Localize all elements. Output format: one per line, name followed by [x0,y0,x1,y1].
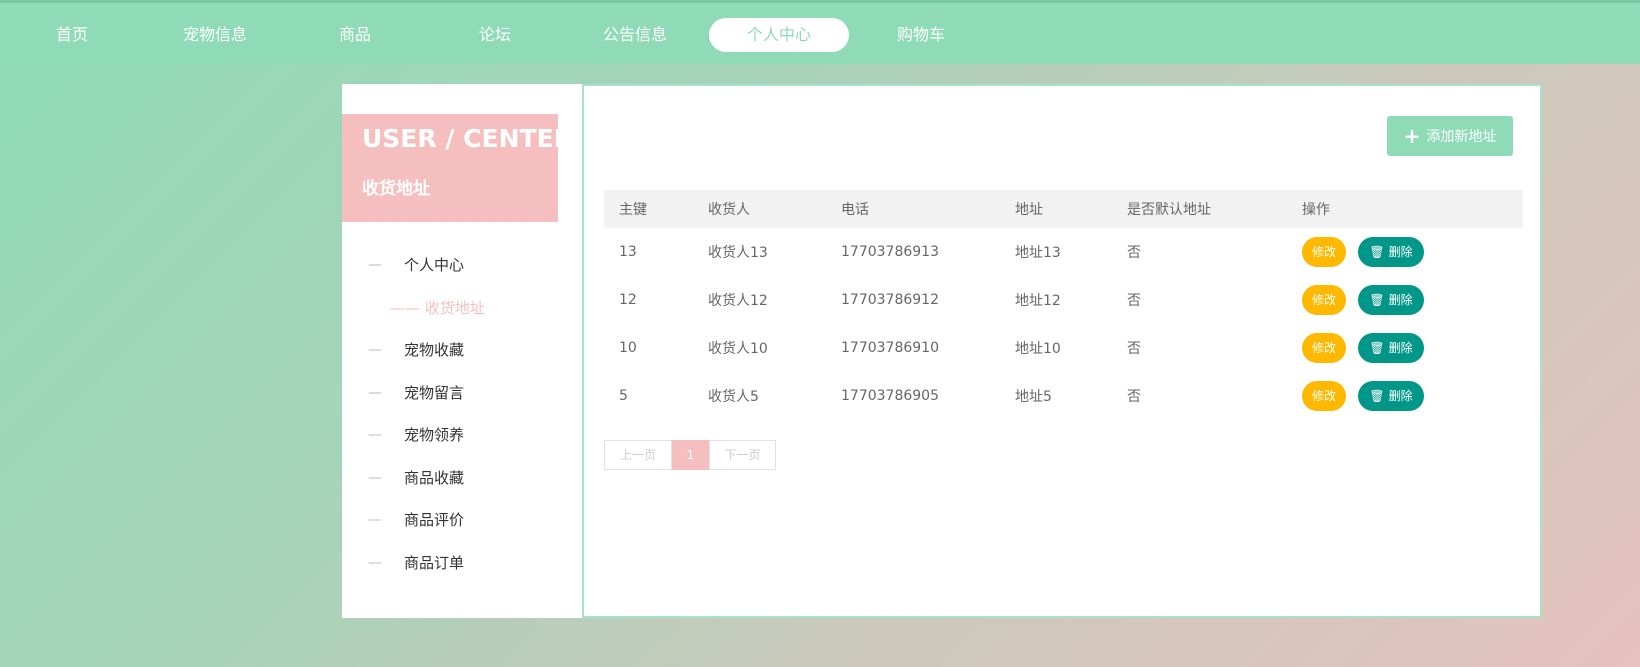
cell-id: 10 [619,340,637,356]
main-panel: + 添加新地址 主键 收货人 电话 地址 是否默认地址 操作 13 收货人13 1… [582,84,1542,618]
cell-address: 地址5 [1015,389,1052,405]
delete-button[interactable]: 🗑 删除 [1358,237,1424,267]
cell-receiver: 收货人13 [708,245,768,261]
sidebar-subtitle: 收货地址 [362,179,430,199]
sidebar-item-label: 商品收藏 [404,468,465,487]
dash-icon: — [368,342,382,358]
delete-button[interactable]: 🗑 删除 [1358,333,1424,363]
current-page[interactable]: 1 [672,440,709,470]
cell-receiver: 收货人5 [708,389,759,405]
header-receiver: 收货人 [693,190,826,228]
sidebar-item-label: 收货地址 [424,298,485,317]
sidebar-menu: — 个人中心 — —— 收货地址 — 宠物收藏 — 宠物留言 — 宠物领养 — … [342,244,582,584]
edit-button[interactable]: 修改 [1302,285,1346,315]
address-table: 主键 收货人 电话 地址 是否默认地址 操作 13 收货人13 17703786… [604,190,1523,420]
delete-button[interactable]: 🗑 删除 [1358,285,1424,315]
header-actions: 操作 [1287,190,1523,228]
cell-receiver: 收货人12 [708,293,768,309]
nav-cart[interactable]: 购物车 [881,18,961,52]
sidebar-item-product-orders[interactable]: — 商品订单 [342,542,582,585]
sidebar-header: USER / CENTER 收货地址 [342,114,573,222]
cell-id: 5 [619,388,628,404]
sidebar-item-pet-adoption[interactable]: — 宠物领养 [342,414,582,457]
table-row: 12 收货人12 17703786912 地址12 否 修改 🗑 删除 [604,276,1523,324]
sidebar-item-label-wrap: —— 收货地址 [390,287,485,330]
dash-icon: — [368,257,382,273]
cell-id: 13 [619,244,637,260]
sidebar-item-shipping-address[interactable]: — —— 收货地址 [342,287,582,330]
nav-pet-info[interactable]: 宠物信息 [175,18,255,52]
next-page-button[interactable]: 下一页 [709,440,776,470]
delete-label: 删除 [1388,389,1413,403]
add-address-button[interactable]: + 添加新地址 [1387,116,1513,156]
sidebar-item-label: 宠物留言 [404,383,465,402]
pagination: 上一页 1 下一页 [604,440,776,470]
header-address: 地址 [1000,190,1112,228]
table-row: 10 收货人10 17703786910 地址10 否 修改 🗑 删除 [604,324,1523,372]
delete-label: 删除 [1388,341,1413,355]
nav-user-center[interactable]: 个人中心 [709,18,849,52]
sidebar-item-label: 商品评价 [404,511,465,529]
trash-icon: 🗑 [1369,389,1385,403]
dash-icon: — [368,427,382,443]
plus-icon: + [1403,124,1421,148]
cell-id: 12 [619,292,637,308]
active-line-icon: —— [390,298,425,317]
nav-announcements[interactable]: 公告信息 [595,18,675,52]
sidebar-item-product-favorites[interactable]: — 商品收藏 [342,457,582,500]
cell-is-default: 否 [1127,341,1141,357]
add-address-label: 添加新地址 [1426,129,1497,145]
header-id: 主键 [604,190,693,228]
cell-is-default: 否 [1127,293,1141,309]
cell-actions: 修改 🗑 删除 [1287,228,1523,276]
sidebar-item-pet-favorites[interactable]: — 宠物收藏 [342,329,582,372]
cell-receiver: 收货人10 [708,341,768,357]
delete-label: 删除 [1388,245,1413,259]
cell-actions: 修改 🗑 删除 [1287,372,1523,420]
dash-icon: — [368,469,382,486]
trash-icon: 🗑 [1369,341,1385,355]
table-row: 5 收货人5 17703786905 地址5 否 修改 🗑 删除 [604,372,1523,420]
trash-icon: 🗑 [1369,245,1385,259]
delete-label: 删除 [1388,293,1413,307]
delete-button[interactable]: 🗑 删除 [1358,381,1424,411]
sidebar-item-label: 个人中心 [404,256,465,274]
sidebar-item-label: 商品订单 [404,553,465,572]
sidebar-title: USER / CENTER [362,124,573,153]
dash-icon: — [368,384,382,401]
trash-icon: 🗑 [1369,293,1385,307]
top-nav: 首页 宠物信息 商品 论坛 公告信息 个人中心 购物车 [0,0,1640,64]
cell-phone: 17703786905 [841,388,939,404]
header-is-default: 是否默认地址 [1112,190,1287,228]
table-header-row: 主键 收货人 电话 地址 是否默认地址 操作 [604,190,1523,228]
edit-button[interactable]: 修改 [1302,237,1346,267]
nav-forum[interactable]: 论坛 [463,18,527,52]
edit-button[interactable]: 修改 [1302,333,1346,363]
cell-actions: 修改 🗑 删除 [1287,276,1523,324]
cell-phone: 17703786910 [841,340,939,356]
table-row: 13 收货人13 17703786913 地址13 否 修改 🗑 删除 [604,228,1523,276]
cell-address: 地址12 [1015,293,1061,309]
prev-page-button[interactable]: 上一页 [604,440,672,470]
cell-actions: 修改 🗑 删除 [1287,324,1523,372]
dash-icon: — [368,554,382,571]
cell-is-default: 否 [1127,389,1141,405]
sidebar-item-label: 宠物收藏 [404,341,465,359]
cell-address: 地址10 [1015,341,1061,357]
nav-products[interactable]: 商品 [323,18,387,52]
sidebar: USER / CENTER 收货地址 — 个人中心 — —— 收货地址 — 宠物… [342,84,582,618]
edit-button[interactable]: 修改 [1302,381,1346,411]
sidebar-item-product-reviews[interactable]: — 商品评价 [342,499,582,542]
cell-address: 地址13 [1015,245,1061,261]
sidebar-item-pet-messages[interactable]: — 宠物留言 [342,372,582,415]
cell-is-default: 否 [1127,245,1141,261]
nav-home[interactable]: 首页 [40,18,104,52]
header-phone: 电话 [826,190,1000,228]
cell-phone: 17703786912 [841,292,939,308]
cell-phone: 17703786913 [841,244,939,260]
sidebar-item-label: 宠物领养 [404,426,465,444]
dash-icon: — [368,512,382,528]
sidebar-item-user-center[interactable]: — 个人中心 [342,244,582,287]
